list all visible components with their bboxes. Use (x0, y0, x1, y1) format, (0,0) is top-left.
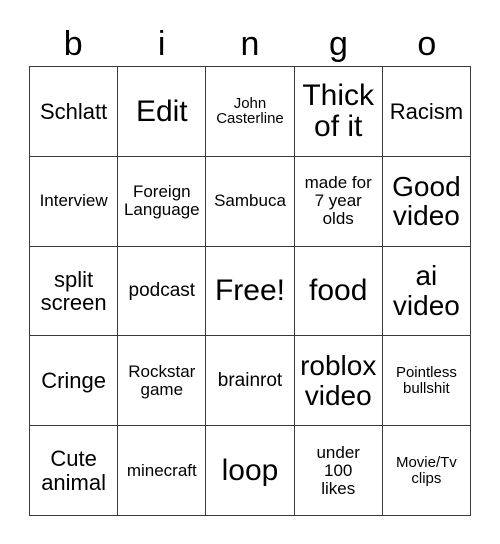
bingo-cell-r0-c0[interactable]: Schlatt (30, 67, 119, 157)
bingo-header-row: bingo (29, 22, 471, 66)
bingo-cell-r0-c2[interactable]: John Casterline (206, 67, 295, 157)
bingo-cell-r4-c1[interactable]: minecraft (118, 426, 207, 516)
bingo-header-letter-0: b (63, 25, 83, 63)
bingo-header-letter-1: i (157, 25, 166, 63)
bingo-cell-free-space[interactable]: Free! (206, 246, 295, 337)
bingo-cell-r0-c4[interactable]: Racism (382, 67, 471, 157)
bingo-cell-r1-c2[interactable]: Sambuca (206, 156, 295, 247)
bingo-cell-label: John Casterline (216, 94, 284, 128)
bingo-cell-r1-c4[interactable]: Good video (382, 156, 471, 247)
bingo-cell-label: roblox video (300, 350, 377, 411)
bingo-cell-label: Thick of it (302, 78, 375, 144)
bingo-cell-r3-c1[interactable]: Rockstar game (118, 336, 207, 427)
bingo-card: b i n g o Schlatt Edit John Casterline Thick of… (0, 0, 500, 544)
bingo-cell-r4-c0[interactable]: Cute animal (30, 426, 119, 516)
bingo-cell-label: Good video (392, 170, 461, 232)
bingo-cell-label: Foreign Language (123, 182, 200, 220)
bingo-cell-label: Pointless bullshit (395, 363, 457, 397)
bingo-header-letter-2: n (240, 25, 260, 63)
bingo-cell-r3-c3[interactable]: roblox video (294, 336, 383, 427)
bingo-cell-label: Movie/Tv clips (395, 453, 457, 487)
bingo-cell-r1-c1[interactable]: Foreign Language (118, 156, 207, 247)
bingo-cell-r1-c0[interactable]: Interview (30, 156, 119, 247)
bingo-cell-label: minecraft (126, 460, 197, 480)
bingo-cell-r2-c3[interactable]: food (294, 246, 383, 337)
bingo-cell-label: ai video (392, 260, 460, 321)
bingo-cell-r0-c1[interactable]: Edit (118, 67, 207, 157)
bingo-cell-label: Rockstar game (128, 361, 196, 399)
bingo-header-letter-4: o (417, 25, 437, 63)
bingo-cell-r2-c4[interactable]: ai video (382, 246, 471, 337)
bingo-cell-r2-c0[interactable]: split screen (30, 246, 119, 337)
bingo-cell-label: under 100 likes (316, 442, 360, 498)
bingo-cell-label: Sambuca (214, 191, 286, 211)
bingo-cell-label: food (309, 274, 368, 308)
bingo-cell-r3-c4[interactable]: Pointless bullshit (382, 336, 471, 427)
bingo-cell-label: Interview (39, 191, 108, 211)
bingo-cell-r0-c3[interactable]: Thick of it (294, 67, 383, 157)
bingo-cell-r2-c1[interactable]: podcast (118, 246, 207, 337)
bingo-cell-label: podcast (128, 279, 196, 301)
bingo-cell-label: Schlatt (39, 98, 108, 124)
bingo-header-letter-3: g (328, 25, 348, 63)
bingo-cell-label: loop (221, 453, 279, 487)
bingo-cell-r4-c2[interactable]: loop (206, 426, 295, 516)
bingo-cell-r4-c3[interactable]: under 100 likes (294, 426, 383, 516)
bingo-cell-label: brainrot (217, 369, 283, 391)
bingo-cell-label: split screen (40, 266, 107, 315)
bingo-cell-r4-c4[interactable]: Movie/Tv clips (382, 426, 471, 516)
bingo-cell-label: Cute animal (41, 446, 106, 495)
bingo-cell-r3-c2[interactable]: brainrot (206, 336, 295, 427)
bingo-grid: Schlatt Edit John Casterline Thick of it Rac… (29, 66, 471, 516)
bingo-cell-label: Racism (389, 98, 464, 124)
bingo-cell-label: Cringe (41, 368, 106, 394)
bingo-cell-label: Free! (214, 274, 285, 308)
bingo-cell-r1-c3[interactable]: made for 7 year olds (294, 156, 383, 247)
bingo-cell-label: Edit (135, 94, 188, 128)
bingo-cell-r3-c0[interactable]: Cringe (30, 336, 119, 427)
bingo-cell-label: made for 7 year olds (304, 173, 372, 229)
